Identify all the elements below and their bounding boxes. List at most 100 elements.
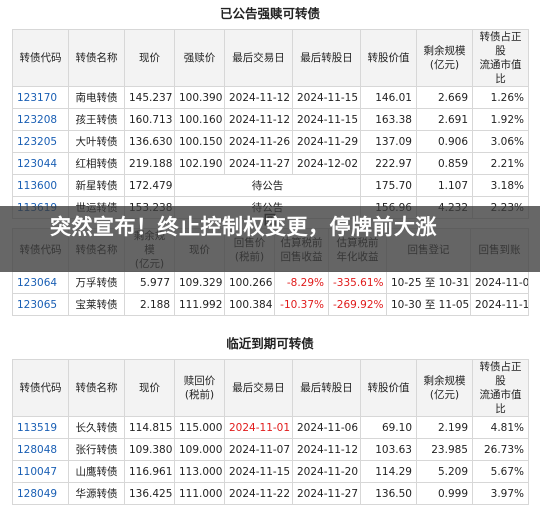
table-cell: 长久转债	[68, 416, 125, 439]
table3-header-cell: 赎回价 (税前)	[174, 359, 225, 417]
table3-header-cell: 现价	[124, 359, 175, 417]
table1-header-cell: 转债代码	[12, 29, 69, 87]
table-cell: 100.384	[224, 293, 275, 316]
table3-title: 临近到期可转债	[226, 336, 314, 351]
table-cell: 146.01	[360, 86, 417, 109]
table-cell: 2.21%	[472, 152, 529, 175]
table-cell: 新星转债	[68, 174, 125, 197]
table-cell: 2024-11-15	[292, 108, 361, 131]
table-cell: 109.000	[174, 438, 225, 461]
table-row: 113519 长久转债 114.815 115.000 2024-11-01 2024-1…	[12, 416, 529, 439]
table-cell: 1.26%	[472, 86, 529, 109]
table1-header-cell: 现价	[124, 29, 175, 87]
table-cell: 111.992	[174, 293, 225, 316]
table3-header-cell: 最后交易日	[224, 359, 293, 417]
table3-header-cell: 转股价值	[360, 359, 417, 417]
bond-code: 123044	[12, 152, 69, 175]
table-cell: 2.691	[416, 108, 473, 131]
table-cell: 23.985	[416, 438, 473, 461]
table-cell: 163.38	[360, 108, 417, 131]
table-cell: 10-25 至 10-31	[386, 271, 471, 294]
table-cell: 宝莱转债	[68, 293, 125, 316]
table-cell: 2024-11-12	[224, 108, 293, 131]
table-cell: 孩王转债	[68, 108, 125, 131]
table1-header-cell: 强赎价	[174, 29, 225, 87]
table-cell: 2024-11-27	[224, 152, 293, 175]
bond-code: 110047	[12, 460, 69, 483]
table-cell: 3.06%	[472, 130, 529, 153]
table-cell: 172.479	[124, 174, 175, 197]
table1-header-cell: 最后转股日	[292, 29, 361, 87]
table1-title: 已公告强赎可转债	[219, 6, 320, 21]
table-row: 123044 红相转债 219.188 102.190 2024-11-27 2024-1…	[12, 152, 529, 175]
bond-code: 123065	[12, 293, 69, 316]
bond-code: 123170	[12, 86, 69, 109]
table-cell: 南电转债	[68, 86, 125, 109]
table-cell: 5.67%	[472, 460, 529, 483]
near-maturity-table: 转债代码 转债名称 现价 赎回价 (税前) 最后交易日 最后转股日 转股价值 剩余规模 (亿元…	[12, 359, 529, 505]
table3-header-row: 转债代码 转债名称 现价 赎回价 (税前) 最后交易日 最后转股日 转股价值 剩余规模 (亿元…	[12, 359, 529, 417]
table-cell: -8.29%	[274, 271, 329, 294]
table1-header-cell: 最后交易日	[224, 29, 293, 87]
table-cell: 109.329	[174, 271, 225, 294]
table-cell: 219.188	[124, 152, 175, 175]
table-cell: 山鹰转债	[68, 460, 125, 483]
table3-body: 113519 长久转债 114.815 115.000 2024-11-01 2024-1…	[12, 416, 529, 505]
table-cell: 103.63	[360, 438, 417, 461]
near-maturity-section: 临近到期可转债 转债代码 转债名称 现价 赎回价 (税前) 最后交易日 最后转股日 转股价值…	[12, 336, 529, 505]
table-cell: 114.815	[124, 416, 175, 439]
table-cell: 137.09	[360, 130, 417, 153]
table-cell: 万孚转债	[68, 271, 125, 294]
table-cell: 张行转债	[68, 438, 125, 461]
table-cell: 5.209	[416, 460, 473, 483]
table-cell: 4.81%	[472, 416, 529, 439]
table-cell: 红相转债	[68, 152, 125, 175]
table-row: 123064 万孚转债 5.977 109.329 100.266 -8.29% -335.…	[12, 271, 529, 294]
bond-code: 123205	[12, 130, 69, 153]
bond-code: 123208	[12, 108, 69, 131]
table-row: 113600 新星转债 172.479 待公告 175.70 1.107 3.18%	[12, 174, 529, 197]
table-cell: 222.97	[360, 152, 417, 175]
table-cell: 2024-11-12	[292, 438, 361, 461]
table-cell: 10-30 至 11-05	[386, 293, 471, 316]
bond-code: 123064	[12, 271, 69, 294]
table-cell: 109.380	[124, 438, 175, 461]
table-cell: 175.70	[360, 174, 417, 197]
table-cell: 100.390	[174, 86, 225, 109]
table-cell: 102.190	[174, 152, 225, 175]
table-cell: 2024-11-26	[224, 130, 293, 153]
table-cell: 2024-11-15	[224, 460, 293, 483]
table-cell: 116.961	[124, 460, 175, 483]
table-cell: 100.266	[224, 271, 275, 294]
bond-code: 128048	[12, 438, 69, 461]
table-cell: 2024-11-29	[292, 130, 361, 153]
table-cell: 100.150	[174, 130, 225, 153]
table-cell: 2024-11-06	[292, 416, 361, 439]
table-cell: 2.199	[416, 416, 473, 439]
table-cell: 2024-11-01	[224, 416, 293, 439]
table-cell: 115.000	[174, 416, 225, 439]
table-cell: 2024-11-07	[470, 271, 529, 294]
bond-code: 113519	[12, 416, 69, 439]
announced-redemption-table: 转债代码 转债名称 现价 强赎价 最后交易日 最后转股日 转股价值 剩余规模 (亿元) 转债占正…	[12, 29, 529, 219]
table3-header-cell: 转债占正股 流通市值比	[472, 359, 529, 417]
table-cell: 0.859	[416, 152, 473, 175]
table-cell: 2024-11-12	[224, 86, 293, 109]
table3-header-cell: 转债名称	[68, 359, 125, 417]
table-row: 123205 大叶转债 136.630 100.150 2024-11-26 2024-1…	[12, 130, 529, 153]
table-cell: 113.000	[174, 460, 225, 483]
table-cell: -269.92%	[328, 293, 387, 316]
table-cell: 2024-11-12	[470, 293, 529, 316]
table-cell: 2024-11-20	[292, 460, 361, 483]
table1-header-cell: 剩余规模 (亿元)	[416, 29, 473, 87]
table-row: 110047 山鹰转债 116.961 113.000 2024-11-15 2024-1…	[12, 460, 529, 483]
table-cell: 2024-12-02	[292, 152, 361, 175]
table-row: 123170 南电转债 145.237 100.390 2024-11-12 2024-1…	[12, 86, 529, 109]
table-cell: 2.669	[416, 86, 473, 109]
table3-header-cell: 剩余规模 (亿元)	[416, 359, 473, 417]
table2-body: 123064 万孚转债 5.977 109.329 100.266 -8.29% -335.…	[12, 271, 529, 316]
table-cell: 2024-11-15	[292, 86, 361, 109]
table1-header-cell: 转债名称	[68, 29, 125, 87]
table-cell: -10.37%	[274, 293, 329, 316]
table-row: 123065 宝莱转债 2.188 111.992 100.384 -10.37% -269…	[12, 293, 529, 316]
